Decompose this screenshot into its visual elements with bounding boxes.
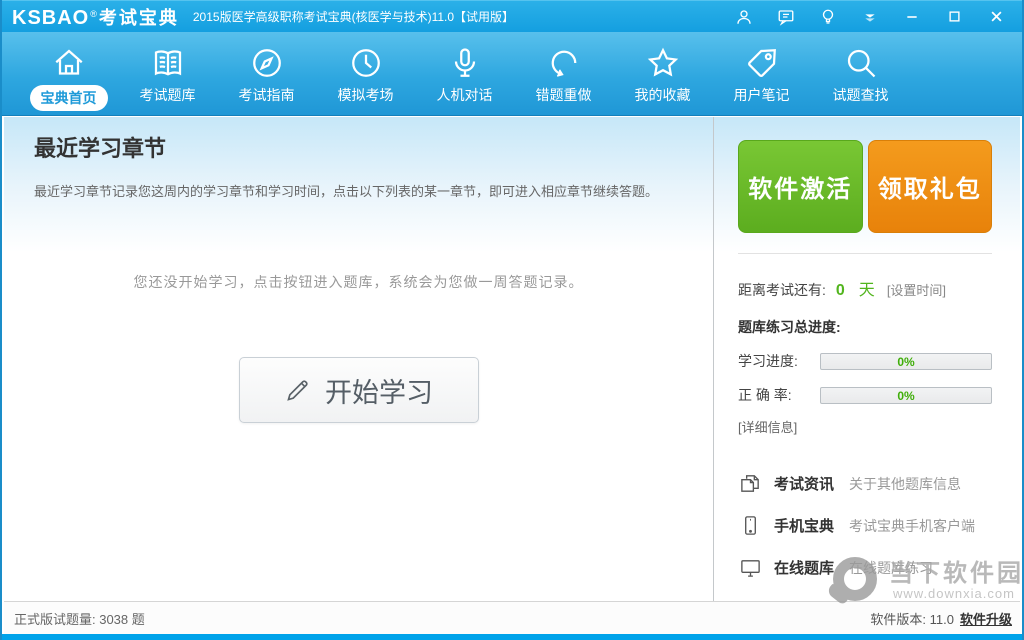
info-label: 手机宝典	[774, 515, 834, 536]
info-desc: 考试宝典手机客户端	[849, 516, 975, 536]
app-window: KSBAO ® 考试宝典 2015版医学高级职称考试宝典(核医学与技术)11.0…	[0, 0, 1024, 640]
study-progress-bar: 0%	[820, 353, 992, 370]
star-icon	[645, 44, 681, 82]
page-title: 最近学习章节	[34, 131, 713, 163]
progress-section-title: 题库练习总进度:	[738, 317, 992, 337]
nav-label: 用户笔记	[734, 85, 790, 105]
compass-icon	[249, 44, 285, 82]
countdown-unit: 天	[859, 276, 875, 300]
book-icon	[150, 44, 186, 82]
nav-item-human-machine-dialog[interactable]: 人机对话	[415, 32, 514, 115]
nav-label: 错题重做	[536, 85, 592, 105]
nav-label: 考试指南	[239, 85, 295, 105]
study-progress-label: 学习进度:	[738, 351, 820, 371]
software-upgrade-link[interactable]: 软件升级	[960, 609, 1012, 628]
start-study-label: 开始学习	[325, 371, 433, 410]
home-icon	[51, 44, 87, 82]
feedback-chat-icon[interactable]	[776, 7, 796, 27]
news-pages-icon	[738, 472, 762, 495]
accuracy-progress-bar: 0%	[820, 387, 992, 404]
nav-label: 人机对话	[437, 85, 493, 105]
mobile-phone-icon	[738, 514, 762, 537]
monitor-icon	[738, 556, 762, 579]
nav-item-exam-guide[interactable]: 考试指南	[217, 32, 316, 115]
set-exam-time-link[interactable]: [设置时间]	[887, 280, 946, 299]
status-bar: 正式版试题量: 3038 题 软件版本: 11.0 软件升级	[4, 601, 1020, 634]
accuracy-progress-row: 正 确 率: 0%	[738, 385, 992, 405]
software-activate-button[interactable]: 软件激活	[738, 140, 863, 233]
nav-item-favorites[interactable]: 我的收藏	[613, 32, 712, 115]
redo-circle-icon	[546, 44, 582, 82]
exam-news-item[interactable]: 考试资讯 关于其他题库信息	[738, 472, 992, 495]
info-label: 考试资讯	[774, 473, 834, 494]
mobile-app-item[interactable]: 手机宝典 考试宝典手机客户端	[738, 514, 992, 537]
accuracy-label: 正 确 率:	[738, 385, 820, 405]
logo-text: KSBAO	[12, 7, 89, 30]
version-text: 软件版本: 11.0	[870, 609, 954, 628]
pencil-icon	[284, 377, 311, 404]
page-description: 最近学习章节记录您这周内的学习章节和学习时间，点击以下列表的某一章节，即可进入相…	[34, 181, 713, 200]
nav-item-question-bank[interactable]: 考试题库	[118, 32, 217, 115]
title-bar: KSBAO ® 考试宝典 2015版医学高级职称考试宝典(核医学与技术)11.0…	[2, 0, 1022, 32]
search-icon	[843, 44, 879, 82]
clock-icon	[348, 44, 384, 82]
info-label: 在线题库	[774, 557, 834, 578]
gift-package-button[interactable]: 领取礼包	[868, 140, 993, 233]
study-progress-row: 学习进度: 0%	[738, 351, 992, 371]
window-bottom-edge	[2, 634, 1022, 640]
nav-label: 试题查找	[833, 85, 889, 105]
nav-item-home[interactable]: 宝典首页	[19, 32, 118, 115]
nav-label: 宝典首页	[30, 85, 108, 111]
nav-label: 我的收藏	[635, 85, 691, 105]
accuracy-value: 0%	[821, 388, 991, 403]
microphone-icon	[447, 44, 483, 82]
countdown-prefix: 距离考试还有:	[738, 280, 826, 300]
nav-label: 考试题库	[140, 85, 196, 105]
online-bank-item[interactable]: 在线题库 在线题库练习	[738, 556, 992, 579]
user-account-icon[interactable]	[734, 7, 754, 27]
registered-mark: ®	[90, 9, 97, 19]
countdown-days: 0	[836, 282, 845, 300]
tips-bulb-icon[interactable]	[818, 7, 838, 27]
nav-label: 模拟考场	[338, 85, 394, 105]
nav-item-search-questions[interactable]: 试题查找	[811, 32, 910, 115]
window-title: 2015版医学高级职称考试宝典(核医学与技术)11.0【试用版】	[193, 8, 734, 25]
maximize-button[interactable]	[944, 7, 964, 27]
main-nav: 宝典首页 考试题库 考试指南	[2, 32, 1022, 116]
detail-info-link[interactable]: [详细信息]	[738, 417, 992, 436]
sidebar: 软件激活 领取礼包 距离考试还有: 0 天 [设置时间] 题库练习总进度: 学习…	[713, 117, 1020, 601]
info-desc: 关于其他题库信息	[849, 474, 961, 494]
exam-countdown: 距离考试还有: 0 天 [设置时间]	[738, 276, 992, 300]
sidebar-divider	[738, 253, 992, 254]
info-links: 考试资讯 关于其他题库信息 手机宝典 考试宝典手机客户端	[738, 472, 992, 579]
skin-dropdown-icon[interactable]	[860, 7, 880, 27]
info-desc: 在线题库练习	[849, 558, 933, 578]
nav-item-redo-wrong[interactable]: 错题重做	[514, 32, 613, 115]
minimize-button[interactable]	[902, 7, 922, 27]
empty-state-message: 您还没开始学习，点击按钮进入题库，系统会为您做一周答题记录。	[4, 272, 713, 292]
tag-icon	[744, 44, 780, 82]
recent-study-panel: 最近学习章节 最近学习章节记录您这周内的学习章节和学习时间，点击以下列表的某一章…	[4, 117, 713, 601]
question-count-text: 正式版试题量: 3038 题	[4, 609, 870, 628]
logo-cn-text: 考试宝典	[99, 4, 179, 30]
start-study-button[interactable]: 开始学习	[239, 357, 479, 423]
nav-item-user-notes[interactable]: 用户笔记	[712, 32, 811, 115]
app-logo: KSBAO ® 考试宝典	[12, 4, 179, 30]
nav-item-mock-exam[interactable]: 模拟考场	[316, 32, 415, 115]
study-progress-value: 0%	[821, 354, 991, 369]
close-button[interactable]	[986, 7, 1006, 27]
